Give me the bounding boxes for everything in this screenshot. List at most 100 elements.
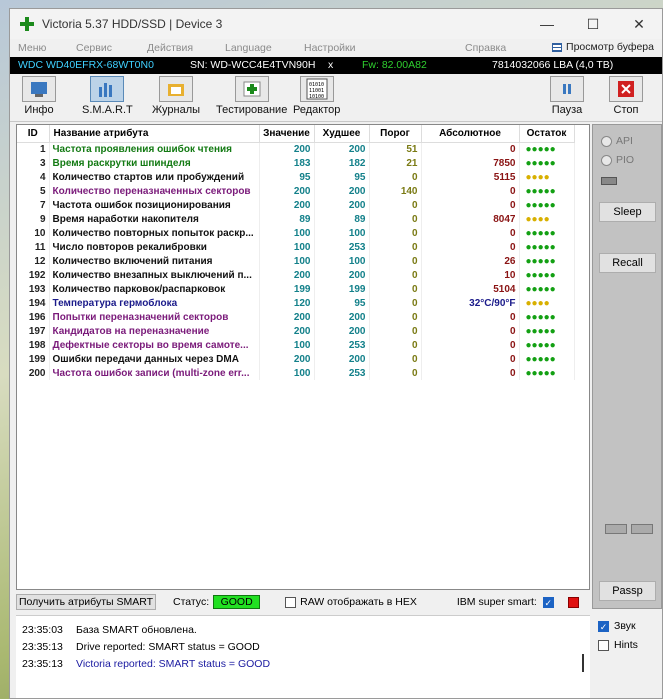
attr-worst: 253 — [314, 240, 370, 254]
minimize-button[interactable]: — — [524, 9, 570, 39]
sound-check[interactable]: ✓ — [598, 620, 609, 632]
attr-raw: 5115 — [421, 170, 520, 184]
passp-button[interactable]: Passp — [599, 581, 656, 601]
attr-threshold: 21 — [369, 156, 422, 170]
table-row[interactable]: 7 Частота ошибок позиционирования 200 200 0 0… — [17, 198, 575, 212]
small-button-left[interactable] — [605, 524, 627, 534]
pause-button[interactable]: Пауза — [550, 76, 584, 116]
attr-health: ●●●●● — [519, 226, 575, 240]
table-row[interactable]: 12 Количество включений питания 100 100 0 26 ●… — [17, 254, 575, 268]
attr-raw: 0 — [421, 226, 520, 240]
col-worst[interactable]: Худшее — [314, 125, 370, 143]
col-id[interactable]: ID — [17, 125, 50, 143]
hints-check[interactable] — [598, 639, 609, 651]
api-label: API — [616, 135, 633, 147]
recall-button[interactable]: Recall — [599, 253, 656, 273]
color-indicator[interactable] — [567, 596, 579, 608]
table-row[interactable]: 200 Частота ошибок записи (multi-zone err… — [17, 366, 575, 380]
testing-button[interactable]: Тестирование — [216, 76, 287, 116]
table-row[interactable]: 1 Частота проявления ошибок чтения 200 200 5… — [17, 142, 575, 156]
col-raw[interactable]: Абсолютное — [421, 125, 520, 143]
col-value[interactable]: Значение — [259, 125, 315, 143]
attr-health: ●●●●● — [519, 338, 575, 352]
api-radio[interactable]: API — [601, 135, 633, 147]
victoria-window: Victoria 5.37 HDD/SSD | Device 3 — ☐ ✕ М… — [9, 8, 663, 699]
raw-hex-checkbox[interactable]: RAW отображать в HEX — [285, 596, 417, 608]
pio-label: PIO — [616, 154, 635, 166]
table-row[interactable]: 10 Количество повторных попыток раскр... 1… — [17, 226, 575, 240]
attr-worst: 182 — [314, 156, 370, 170]
attr-health: ●●●●● — [519, 310, 575, 324]
sleep-button[interactable]: Sleep — [599, 202, 656, 222]
attr-value: 200 — [259, 310, 315, 324]
device-lba: 7814032066 LBA (4,0 TB) — [492, 59, 614, 71]
col-remaining[interactable]: Остаток — [519, 125, 575, 143]
menu-settings[interactable]: Настройки — [304, 42, 356, 54]
smart-button[interactable]: S.M.A.R.T — [82, 76, 133, 116]
log-message: База SMART обновлена. — [76, 624, 197, 636]
info-label: Инфо — [24, 104, 54, 116]
attr-id: 3 — [17, 156, 50, 170]
attr-worst: 200 — [314, 184, 370, 198]
logs-button[interactable]: Журналы — [152, 76, 200, 116]
attr-threshold: 51 — [369, 142, 422, 156]
log-message: Victoria reported: SMART status = GOOD — [76, 658, 271, 670]
attr-raw: 0 — [421, 240, 520, 254]
hints-label: Hints — [614, 639, 638, 651]
table-row[interactable]: 193 Количество парковок/распарковок 199 199… — [17, 282, 575, 296]
attr-raw: 0 — [421, 142, 520, 156]
small-button-right[interactable] — [631, 524, 653, 534]
attr-health: ●●●● — [519, 170, 575, 184]
table-row[interactable]: 194 Температура гермоблока 120 95 0 32°C/90°F… — [17, 296, 575, 310]
attr-worst: 200 — [314, 142, 370, 156]
stop-button[interactable]: Стоп — [609, 76, 643, 116]
info-button[interactable]: Инфо — [22, 76, 56, 116]
col-threshold[interactable]: Порог — [369, 125, 422, 143]
raw-hex-check[interactable] — [285, 596, 297, 608]
app-icon — [20, 17, 34, 31]
device-close[interactable]: x — [328, 59, 333, 71]
table-row[interactable]: 192 Количество внезапных выключений п... 2… — [17, 268, 575, 282]
menu-help[interactable]: Справка — [465, 42, 506, 54]
table-row[interactable]: 198 Дефектные секторы во время самоте... 1… — [17, 338, 575, 352]
attr-name: Количество переназначенных секторов — [49, 184, 260, 198]
attr-id: 4 — [17, 170, 50, 184]
table-row[interactable]: 4 Количество стартов или пробуждений 95 95 0… — [17, 170, 575, 184]
attr-raw: 7850 — [421, 156, 520, 170]
buffer-view-button[interactable]: Просмотр буфера — [552, 41, 654, 53]
attr-name: Температура гермоблока — [49, 296, 260, 310]
table-row[interactable]: 5 Количество переназначенных секторов 200 2… — [17, 184, 575, 198]
table-row[interactable]: 199 Ошибки передачи данных через DMA 200 20… — [17, 352, 575, 366]
attr-health: ●●●●● — [519, 142, 575, 156]
menu-main[interactable]: Меню — [18, 42, 46, 54]
table-row[interactable]: 11 Число повторов рекалибровки 100 253 0 0 ●●●… — [17, 240, 575, 254]
pio-radio[interactable]: PIO — [601, 154, 634, 166]
table-row[interactable]: 3 Время раскрутки шпинделя 183 182 21 7850 ●●●… — [17, 156, 575, 170]
attr-threshold: 0 — [369, 352, 422, 366]
menu-actions[interactable]: Действия — [147, 42, 193, 54]
attr-health: ●●●●● — [519, 254, 575, 268]
attr-value: 100 — [259, 366, 315, 380]
attr-value: 200 — [259, 142, 315, 156]
menu-language[interactable]: Language — [225, 42, 272, 54]
attr-threshold: 0 — [369, 240, 422, 254]
col-name[interactable]: Название атрибута — [49, 125, 260, 143]
attr-id: 1 — [17, 142, 50, 156]
attr-health: ●●●●● — [519, 156, 575, 170]
close-button[interactable]: ✕ — [616, 9, 662, 39]
attr-value: 95 — [259, 170, 315, 184]
attr-raw: 0 — [421, 198, 520, 212]
table-row[interactable]: 197 Кандидатов на переназначение 200 200 0 0 ●… — [17, 324, 575, 338]
log-scrollbar[interactable] — [582, 654, 584, 672]
window-title: Victoria 5.37 HDD/SSD | Device 3 — [42, 17, 223, 31]
menu-service[interactable]: Сервис — [76, 42, 112, 54]
get-smart-button[interactable]: Получить атрибуты SMART — [16, 594, 156, 610]
ibm-checkbox[interactable]: ✓ — [542, 596, 554, 608]
maximize-button[interactable]: ☐ — [570, 9, 616, 39]
editor-button[interactable]: 01010 11001 10100 Редактор — [293, 76, 340, 116]
table-row[interactable]: 9 Время наработки накопителя 89 89 0 8047 ●●●● — [17, 212, 575, 226]
attr-id: 12 — [17, 254, 50, 268]
table-row[interactable]: 196 Попытки переназначений секторов 200 200… — [17, 310, 575, 324]
sound-checkbox[interactable]: ✓ Звук — [598, 620, 636, 632]
hints-checkbox[interactable]: Hints — [598, 639, 638, 651]
